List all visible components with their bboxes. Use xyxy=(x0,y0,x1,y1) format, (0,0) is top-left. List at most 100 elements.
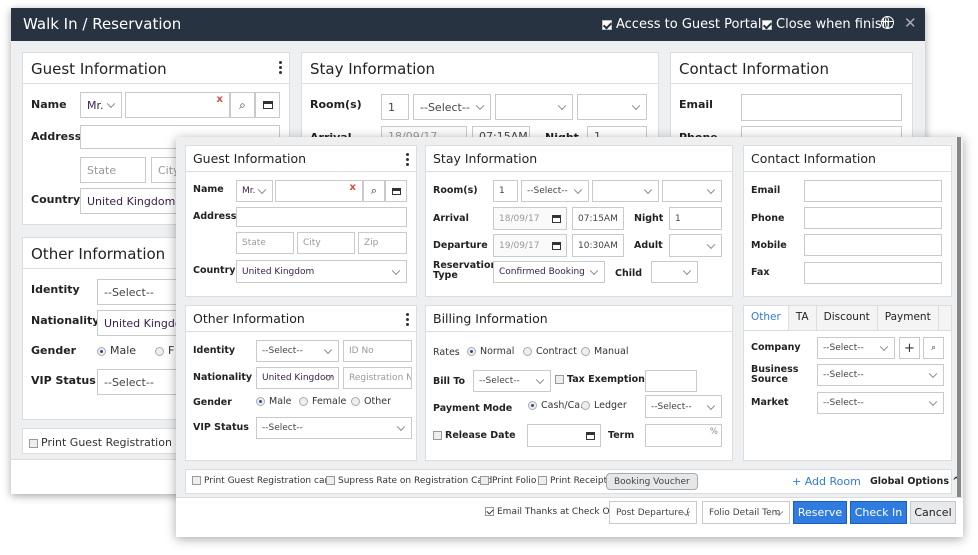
market-select[interactable]: --Select-- xyxy=(817,392,944,414)
gender-male-radio[interactable]: Male xyxy=(97,344,136,357)
gender-male-radio[interactable]: Male xyxy=(256,396,292,407)
nationality-select[interactable]: United Kingdom xyxy=(256,367,339,389)
print-receipt-checkbox[interactable]: Print Receipt xyxy=(538,476,607,486)
state-input[interactable]: State xyxy=(80,157,146,183)
address-input[interactable] xyxy=(236,207,407,227)
salutation-select[interactable]: Mr. xyxy=(236,180,273,202)
tab-other[interactable]: Other xyxy=(744,306,789,330)
phone-input[interactable] xyxy=(804,207,942,229)
term-input[interactable]: % xyxy=(645,424,722,447)
add-room-link[interactable]: + Add Room xyxy=(792,475,861,488)
company-select[interactable]: --Select-- xyxy=(817,337,895,359)
cancel-button[interactable]: Cancel xyxy=(910,501,956,524)
fax-input[interactable] xyxy=(804,262,942,284)
back-stay-panel: Stay Information Room(s) 1 --Select-- Ar… xyxy=(301,52,659,146)
rate-select[interactable] xyxy=(662,180,722,202)
access-guest-portal-checkbox[interactable]: Access to Guest Portal xyxy=(602,17,761,32)
tab-discount[interactable]: Discount xyxy=(816,306,878,330)
mobile-input[interactable] xyxy=(804,234,942,256)
calendar-icon[interactable] xyxy=(552,214,561,223)
reservation-type-select[interactable]: Confirmed Booking xyxy=(493,261,605,283)
clear-icon[interactable]: x xyxy=(350,182,356,193)
identity-select[interactable]: --Select-- xyxy=(97,279,187,305)
add-company-button[interactable]: + xyxy=(899,337,920,359)
departure-date[interactable]: 19/09/17 xyxy=(493,234,567,257)
print-registration-checkbox[interactable]: Print Guest Registration card xyxy=(29,436,200,449)
search-company-button[interactable]: ⌕ xyxy=(923,337,944,359)
room-type-select[interactable]: --Select-- xyxy=(413,94,491,120)
globe-icon[interactable] xyxy=(881,16,894,29)
nationality-select[interactable]: United Kingdom xyxy=(97,310,187,336)
close-icon[interactable]: ✕ xyxy=(904,14,917,32)
id-no-input[interactable]: ID No xyxy=(343,340,412,362)
search-button[interactable]: ⌕ xyxy=(363,180,385,202)
email-thanks-checkbox[interactable]: Email Thanks at Check Out xyxy=(485,507,619,517)
check-in-button[interactable]: Check In xyxy=(850,501,907,524)
close-when-finish-checkbox[interactable]: Close when finish. xyxy=(762,17,894,32)
panel-title: Contact Information xyxy=(671,53,912,84)
release-date-checkbox[interactable]: Release Date xyxy=(433,430,516,441)
payment-select[interactable]: --Select-- xyxy=(645,395,722,418)
print-folio-checkbox[interactable]: Print Folio xyxy=(480,476,536,486)
card-button[interactable] xyxy=(385,180,407,202)
room-select[interactable] xyxy=(592,180,659,202)
tab-ta[interactable]: TA xyxy=(788,306,817,330)
identity-select[interactable]: --Select-- xyxy=(256,340,339,362)
email-input[interactable] xyxy=(741,94,902,121)
child-select[interactable] xyxy=(651,261,698,283)
gender-other-radio[interactable]: Other xyxy=(351,396,391,407)
more-icon[interactable] xyxy=(406,313,409,328)
country-select[interactable]: United Kingdom xyxy=(236,260,407,283)
release-date-input[interactable] xyxy=(527,424,601,447)
arrival-date[interactable]: 18/09/17 xyxy=(493,207,567,230)
tab-payment[interactable]: Payment xyxy=(877,306,939,330)
clear-icon[interactable]: x xyxy=(217,94,223,105)
rate-manual-radio[interactable]: Manual xyxy=(581,346,629,357)
room-select[interactable] xyxy=(495,94,573,120)
tax-exemption-input[interactable] xyxy=(645,370,697,392)
vip-select[interactable]: --Select-- xyxy=(97,369,187,395)
city-input[interactable]: City xyxy=(297,232,355,254)
global-options-toggle[interactable]: Global Options ^ xyxy=(870,476,960,487)
name-input[interactable]: x xyxy=(125,92,230,118)
folio-detail-select[interactable]: Folio Detail Tem xyxy=(702,501,790,524)
name-input[interactable]: x xyxy=(275,180,363,202)
booking-voucher-button[interactable]: Booking Voucher xyxy=(606,473,698,490)
vip-select[interactable]: --Select-- xyxy=(256,417,412,439)
room-type-select[interactable]: --Select-- xyxy=(521,180,589,202)
more-icon[interactable] xyxy=(279,61,282,76)
salutation-select[interactable]: Mr. xyxy=(80,92,122,118)
email-input[interactable] xyxy=(804,180,942,202)
supress-rate-checkbox[interactable]: Supress Rate on Registration Card xyxy=(326,476,492,486)
rooms-input[interactable]: 1 xyxy=(493,180,518,202)
gender-female-radio[interactable]: F xyxy=(155,344,174,357)
state-input[interactable]: State xyxy=(236,232,294,254)
gender-female-radio[interactable]: Female xyxy=(299,396,346,407)
arrival-time[interactable]: 07:15AM xyxy=(572,207,624,230)
zip-input[interactable]: Zip xyxy=(358,232,407,254)
rate-contract-radio[interactable]: Contract xyxy=(523,346,577,357)
search-button[interactable]: ⌕ xyxy=(230,92,255,118)
rate-normal-radio[interactable]: Normal xyxy=(467,346,514,357)
rate-select[interactable] xyxy=(577,94,647,120)
more-icon[interactable] xyxy=(406,153,409,168)
departure-time[interactable]: 10:30AM xyxy=(572,234,624,257)
scrollbar[interactable] xyxy=(957,137,961,497)
print-registration-checkbox[interactable]: Print Guest Registration card xyxy=(192,476,334,486)
adult-select[interactable] xyxy=(669,234,722,257)
bill-to-select[interactable]: --Select-- xyxy=(473,370,551,392)
tax-exemption-checkbox[interactable]: Tax Exemption ID xyxy=(555,374,660,385)
back-options-bar: Print Guest Registration card xyxy=(22,428,200,454)
post-departure-select[interactable]: Post Departure ( xyxy=(609,501,697,524)
registration-no-input[interactable]: Registration N xyxy=(343,367,412,389)
night-input[interactable]: 1 xyxy=(669,207,722,230)
payment-cash-radio[interactable]: Cash/Ca... xyxy=(528,400,589,411)
percent-unit: % xyxy=(709,427,718,437)
calendar-icon[interactable] xyxy=(552,241,561,250)
calendar-icon[interactable] xyxy=(586,431,595,440)
payment-ledger-radio[interactable]: Ledger xyxy=(581,400,627,411)
rooms-input[interactable]: 1 xyxy=(381,94,409,120)
reserve-button[interactable]: Reserve xyxy=(793,501,847,524)
business-source-select[interactable]: --Select-- xyxy=(817,364,944,386)
card-button[interactable] xyxy=(255,92,280,118)
